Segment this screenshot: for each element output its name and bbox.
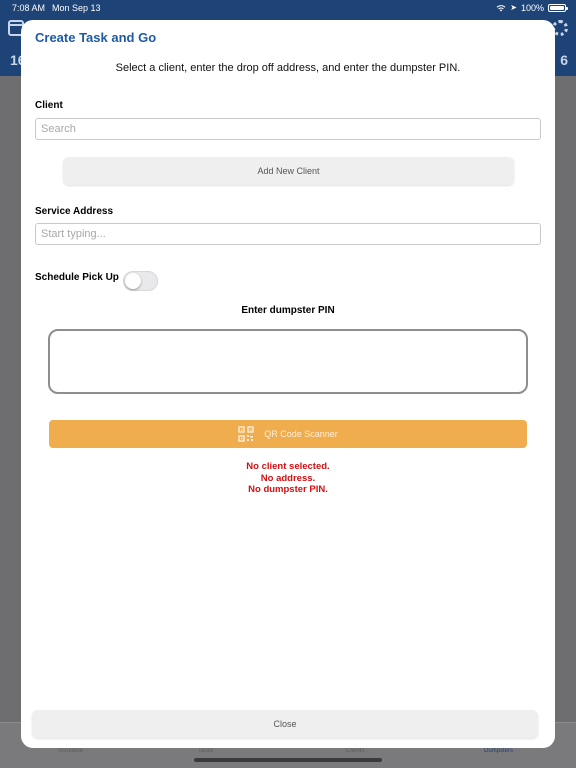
tab-clients[interactable]: Clients xyxy=(346,748,364,754)
client-label: Client xyxy=(35,100,63,111)
validation-errors: No client selected. No address. No dumps… xyxy=(21,461,555,496)
qr-code-scanner-button[interactable]: QR Code Scanner xyxy=(49,420,527,448)
status-indicators: ➤ 100% xyxy=(496,0,568,16)
tab-tasks[interactable]: Tasks xyxy=(198,748,213,754)
error-no-pin: No dumpster PIN. xyxy=(248,484,328,495)
status-time: 7:08 AM xyxy=(12,3,46,13)
close-button[interactable]: Close xyxy=(32,710,538,738)
service-address-input[interactable] xyxy=(35,223,541,245)
status-bar: 7:08 AM Mon Sep 13 ➤ 100% xyxy=(0,0,576,16)
tab-dumpsters[interactable]: Dumpsters xyxy=(484,748,513,754)
schedule-pickup-label: Schedule Pick Up xyxy=(35,272,119,283)
modal-title: Create Task and Go xyxy=(35,30,157,45)
create-task-modal: Create Task and Go Select a client, ente… xyxy=(21,20,555,748)
battery-percent: 100% xyxy=(520,3,544,13)
error-no-address: No address. xyxy=(260,472,316,484)
location-icon: ➤ xyxy=(510,3,517,12)
qr-code-icon xyxy=(238,426,254,442)
qr-button-label: QR Code Scanner xyxy=(264,429,338,439)
error-no-client: No client selected. xyxy=(246,461,330,472)
status-date: Mon Sep 13 xyxy=(52,3,101,13)
dumpster-pin-input[interactable] xyxy=(48,329,528,394)
service-address-label: Service Address xyxy=(35,206,114,217)
home-indicator[interactable] xyxy=(194,758,382,762)
bg-right-count: 6 xyxy=(560,52,568,68)
wifi-icon xyxy=(496,5,506,12)
pin-label: Enter dumpster PIN xyxy=(241,305,335,316)
battery-icon xyxy=(548,4,568,12)
client-search-input[interactable] xyxy=(35,118,541,140)
add-new-client-button[interactable]: Add New Client xyxy=(63,157,514,185)
toggle-knob xyxy=(125,273,141,289)
modal-subtitle: Select a client, enter the drop off addr… xyxy=(115,62,461,74)
tab-schedule[interactable]: Schedule xyxy=(58,748,83,754)
schedule-pickup-toggle[interactable] xyxy=(123,271,158,291)
